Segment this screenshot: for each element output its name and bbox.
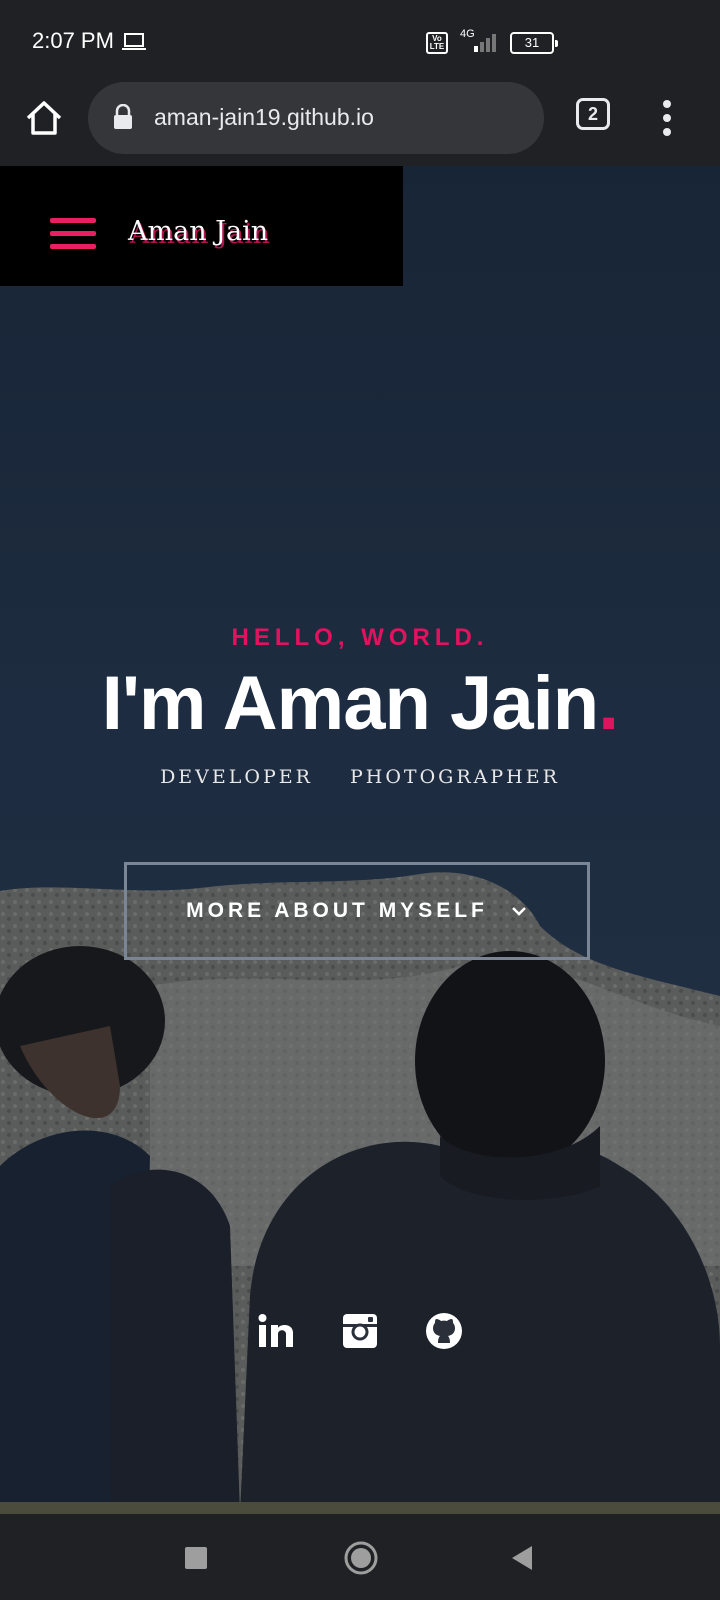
home-icon[interactable] (22, 96, 66, 140)
battery-icon: 31 (510, 32, 558, 54)
nav-home-icon[interactable] (344, 1541, 378, 1575)
hero-greeting: HELLO, WORLD. (231, 624, 489, 651)
more-about-myself-button[interactable]: MORE ABOUT MYSELF (124, 862, 590, 960)
laptop-icon (122, 33, 146, 50)
site-header: Aman Jain (0, 166, 403, 286)
recent-apps-icon[interactable] (185, 1547, 207, 1569)
hero-title-text: I'm Aman Jain (101, 661, 599, 746)
more-options-icon[interactable] (652, 96, 682, 140)
tab-switcher-button[interactable]: 2 (576, 98, 610, 130)
hero-title-dot: . (598, 661, 619, 746)
browser-toolbar: aman-jain19.github.io 2 (0, 82, 720, 167)
hero-roles: DEVELOPER PHOTOGRAPHER (0, 766, 720, 788)
android-nav-bar (0, 1514, 720, 1600)
url-text: aman-jain19.github.io (154, 104, 374, 130)
instagram-icon[interactable] (341, 1312, 379, 1350)
social-links (0, 1312, 720, 1350)
hero-title: I'm Aman Jain. (0, 660, 720, 747)
volte-icon: Vo LTE (426, 32, 448, 54)
status-bar: 2:07 PM Vo LTE 4G 31 (0, 0, 720, 82)
chevron-down-icon (511, 907, 526, 916)
github-icon[interactable] (425, 1312, 463, 1350)
signal-icon (474, 34, 496, 52)
linkedin-icon[interactable] (257, 1312, 295, 1350)
cta-label: MORE ABOUT MYSELF (186, 899, 488, 922)
role-photographer: PHOTOGRAPHER (349, 766, 560, 788)
url-bar[interactable]: aman-jain19.github.io (88, 82, 544, 154)
nav-back-icon[interactable] (510, 1544, 534, 1572)
web-page: Aman Jain HELLO, WORLD. I'm Aman Jain. D… (0, 166, 720, 1514)
role-developer: DEVELOPER (160, 766, 313, 788)
site-logo-text[interactable]: Aman Jain (128, 216, 268, 247)
lock-icon (114, 104, 132, 129)
hamburger-menu-icon[interactable] (50, 218, 96, 254)
status-time: 2:07 PM (32, 28, 114, 53)
